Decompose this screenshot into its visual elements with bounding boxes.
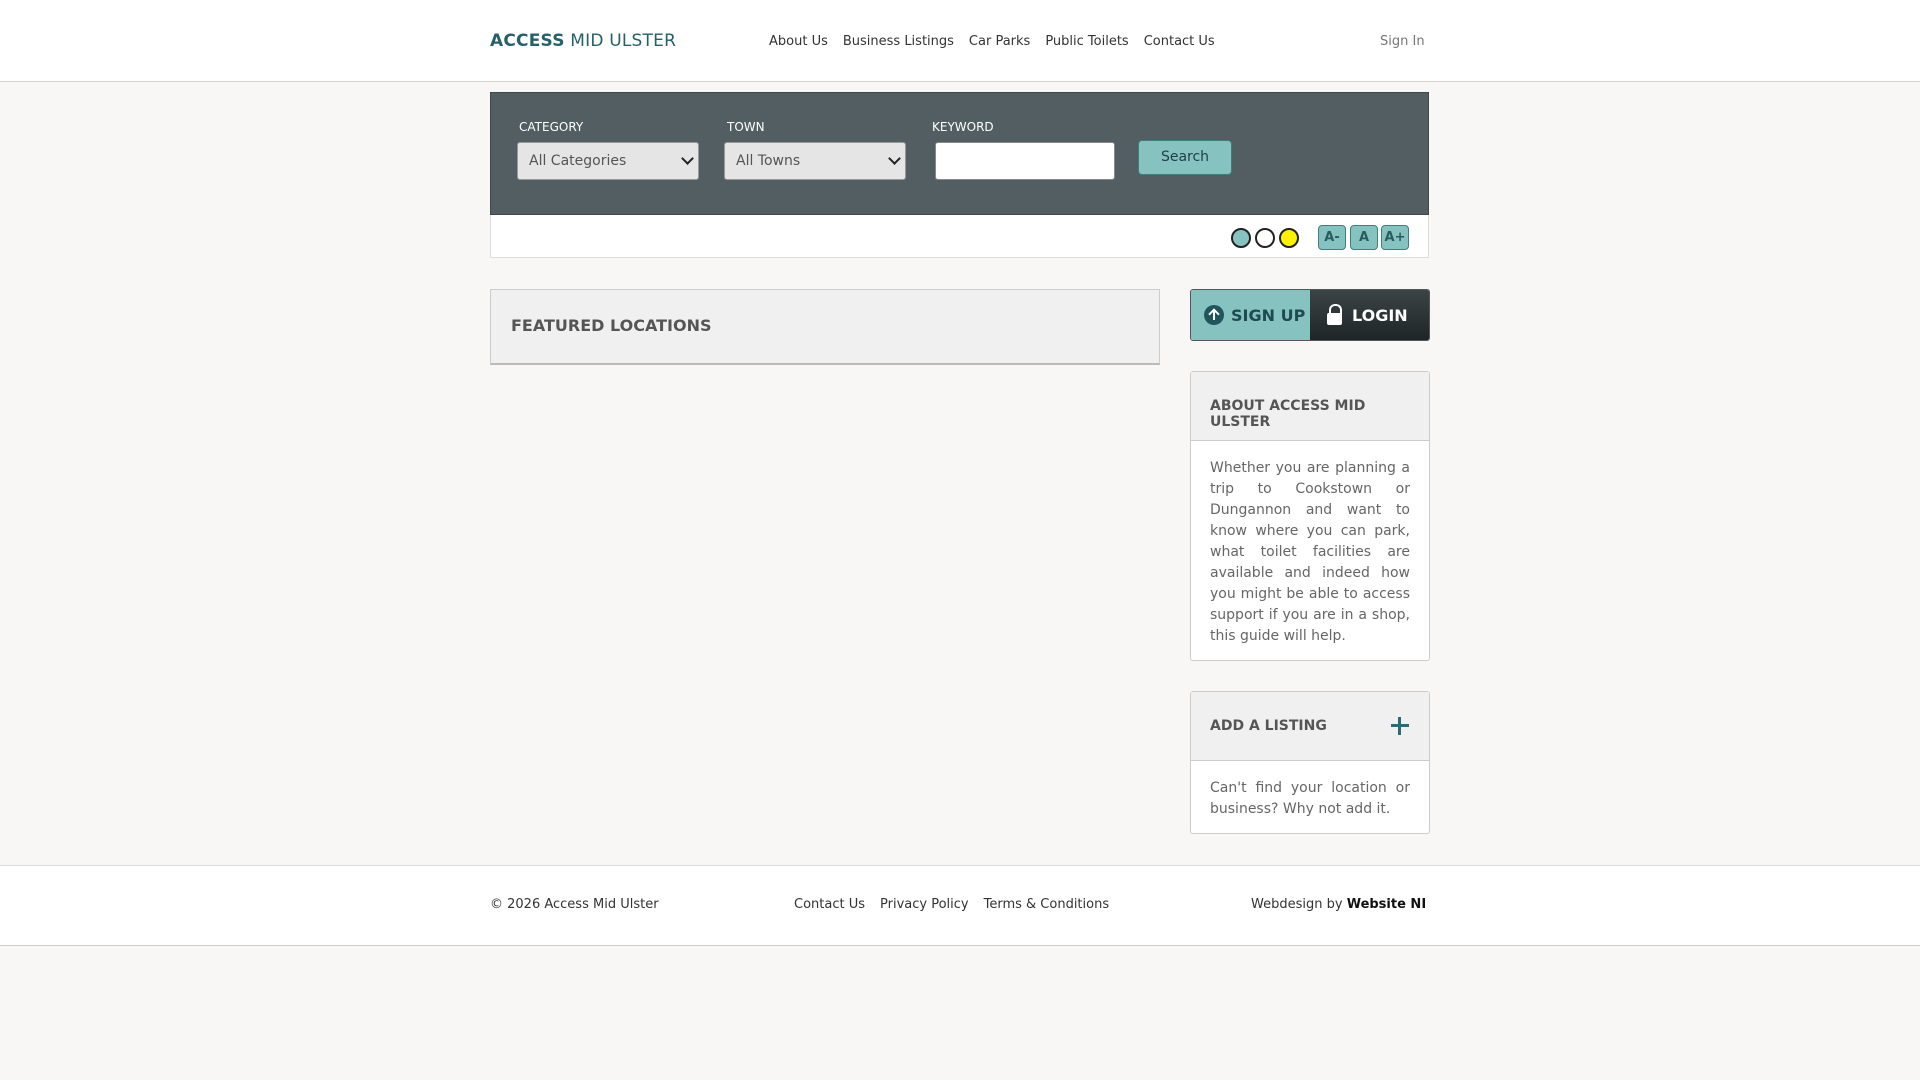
footer-nav: Contact Us Privacy Policy Terms & Condit…	[794, 897, 1109, 912]
search-panel: CATEGORY All Categories TOWN All Towns K…	[490, 92, 1429, 215]
contrast-yellow-button[interactable]	[1279, 228, 1299, 248]
main-nav: About Us Business Listings Car Parks Pub…	[769, 34, 1215, 49]
font-reset-button[interactable]: A	[1350, 225, 1378, 250]
footer-terms-link[interactable]: Terms & Conditions	[984, 897, 1110, 912]
add-listing-header[interactable]: ADD A LISTING	[1191, 692, 1429, 761]
auth-buttons: SIGN UP LOGIN	[1190, 289, 1430, 341]
nav-public-toilets[interactable]: Public Toilets	[1045, 34, 1128, 49]
copyright-text: © 2026 Access Mid Ulster	[490, 897, 659, 912]
search-button[interactable]: Search	[1138, 140, 1232, 175]
lock-icon	[1326, 304, 1344, 326]
font-decrease-button[interactable]: A-	[1318, 225, 1346, 250]
nav-car-parks[interactable]: Car Parks	[969, 34, 1030, 49]
featured-locations-title: FEATURED LOCATIONS	[511, 316, 712, 335]
about-title: ABOUT ACCESS MID ULSTER	[1191, 372, 1429, 441]
add-listing-box: ADD A LISTING Can't find your location o…	[1190, 691, 1430, 834]
credit-link[interactable]: Website NI	[1347, 897, 1426, 912]
credit-prefix: Webdesign by	[1251, 897, 1343, 912]
plus-icon[interactable]	[1391, 717, 1409, 735]
featured-locations-panel: FEATURED LOCATIONS	[490, 289, 1160, 365]
sign-up-label: SIGN UP	[1231, 305, 1306, 325]
town-label: TOWN	[727, 120, 765, 134]
login-label: LOGIN	[1351, 305, 1408, 325]
chevron-down-icon	[888, 152, 901, 165]
contrast-white-button[interactable]	[1255, 228, 1275, 248]
keyword-label: KEYWORD	[932, 120, 994, 134]
add-listing-title: ADD A LISTING	[1210, 718, 1327, 734]
footer-privacy-policy-link[interactable]: Privacy Policy	[880, 897, 969, 912]
font-increase-button[interactable]: A+	[1381, 225, 1409, 250]
sign-up-button[interactable]: SIGN UP	[1191, 290, 1310, 340]
site-logo[interactable]: ACCESS MID ULSTER	[490, 31, 676, 51]
town-select[interactable]: All Towns	[724, 142, 906, 180]
site-header: ACCESS MID ULSTER About Us Business List…	[0, 0, 1920, 82]
nav-about-us[interactable]: About Us	[769, 34, 828, 49]
accessibility-bar: A- A A+	[490, 215, 1429, 258]
keyword-input[interactable]	[935, 142, 1115, 180]
town-select-value: All Towns	[736, 153, 801, 169]
category-select[interactable]: All Categories	[517, 142, 699, 180]
arrow-up-circle-icon	[1204, 305, 1224, 325]
about-box: ABOUT ACCESS MID ULSTER Whether you are …	[1190, 371, 1430, 661]
logo-rest-text: MID ULSTER	[570, 31, 677, 51]
nav-contact-us[interactable]: Contact Us	[1144, 34, 1215, 49]
site-footer: © 2026 Access Mid Ulster Contact Us Priv…	[0, 865, 1920, 946]
category-select-value: All Categories	[529, 153, 627, 169]
contrast-teal-button[interactable]	[1231, 228, 1251, 248]
login-button[interactable]: LOGIN	[1309, 290, 1429, 340]
nav-business-listings[interactable]: Business Listings	[843, 34, 954, 49]
webdesign-credit: Webdesign by Website NI	[1251, 897, 1426, 912]
add-listing-text: Can't find your location or business? Wh…	[1210, 780, 1410, 817]
footer-contact-us-link[interactable]: Contact Us	[794, 897, 865, 912]
category-label: CATEGORY	[519, 120, 584, 134]
chevron-down-icon	[681, 152, 694, 165]
about-text: Whether you are planning a trip to Cooks…	[1210, 460, 1410, 644]
sign-in-link[interactable]: Sign In	[1380, 34, 1425, 49]
logo-bold-text: ACCESS	[490, 31, 565, 51]
